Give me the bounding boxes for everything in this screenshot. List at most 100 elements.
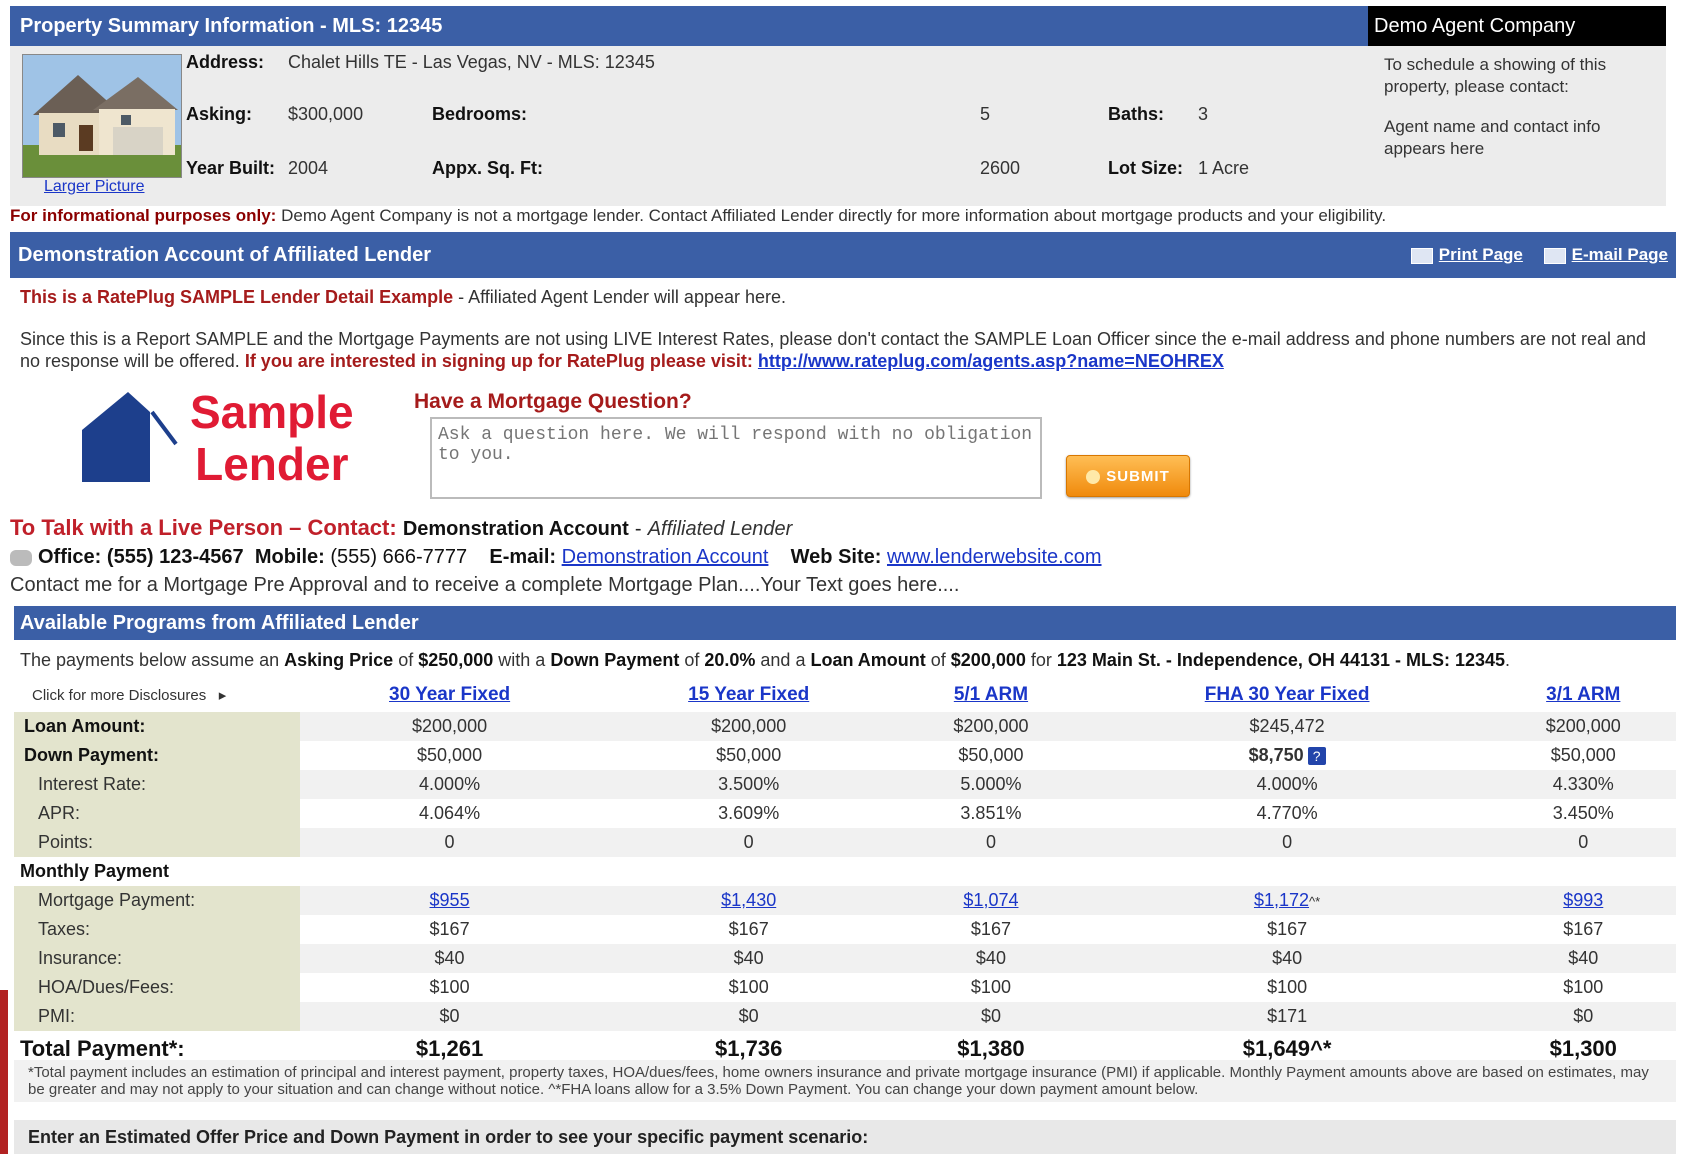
table-row: Loan Amount: $200,000 $200,000 $200,000 …: [14, 712, 1676, 741]
programs-header: Available Programs from Affiliated Lende…: [14, 606, 1676, 640]
mortgage-payment-link[interactable]: $993: [1563, 890, 1603, 910]
table-cell: $100: [728, 977, 769, 997]
table-cell: $50,000: [958, 745, 1024, 765]
fha-down-payment: $8,750: [1248, 745, 1304, 765]
table-cell: $200,000: [300, 712, 600, 741]
contact-email-link[interactable]: Demonstration Account: [562, 546, 769, 568]
assume-text: with a: [493, 650, 551, 670]
table-row: Monthly Payment: [14, 857, 1676, 886]
assume-bold: Asking Price: [284, 650, 394, 670]
mortgage-payment-link[interactable]: $1,074: [963, 890, 1018, 910]
rateplug-signup-link[interactable]: http://www.rateplug.com/agents.asp?name=…: [758, 351, 1224, 371]
table-cell: 0: [300, 828, 600, 857]
printer-icon: [1410, 247, 1433, 264]
lot-size-value: 1 Acre: [1198, 158, 1250, 178]
year-built-value: 2004: [288, 158, 329, 178]
table-cell: 3.450%: [1552, 803, 1614, 823]
contact-role: Affiliated Lender: [647, 518, 793, 540]
table-cell: $100: [970, 977, 1011, 997]
table-cell: $40: [1083, 944, 1491, 973]
submit-label: SUBMIT: [1106, 467, 1170, 485]
sqft-value: 2600: [980, 158, 1021, 178]
table-cell: $200,000: [1490, 712, 1676, 741]
table-cell: $50,000: [1550, 745, 1616, 765]
assume-text: of: [393, 650, 419, 670]
row-label: Down Payment:: [14, 741, 300, 770]
program-fha-30-year-fixed[interactable]: FHA 30 Year Fixed: [1205, 684, 1370, 705]
disclosures-label: Click for more Disclosures: [32, 687, 207, 704]
table-cell: $100: [1563, 977, 1604, 997]
mortgage-payment-link[interactable]: $1,430: [721, 890, 776, 910]
sqft-label: Appx. Sq. Ft:: [432, 158, 543, 178]
sample-disclaimer: Since this is a Report SAMPLE and the Mo…: [20, 328, 1666, 372]
table-cell: $0: [1490, 1002, 1676, 1031]
assume-text: The payments below assume an: [20, 650, 285, 670]
help-icon[interactable]: ?: [1307, 747, 1326, 765]
sample-notice-text: - Affiliated Agent Lender will appear he…: [453, 287, 787, 307]
column-header: 30 Year Fixed: [300, 678, 599, 712]
program-15-year-fixed[interactable]: 15 Year Fixed: [688, 684, 809, 705]
baths-label: Baths:: [1108, 104, 1165, 124]
property-summary-header: Property Summary Information - MLS: 1234…: [10, 6, 1368, 46]
left-accent-bar: [0, 990, 8, 1154]
sample-lender-logo: Sample Lender: [80, 386, 370, 494]
sample-notice-bold: This is a RatePlug SAMPLE Lender Detail …: [20, 287, 454, 307]
contact-details: Office: (555) 123-4567 Mobile: (555) 666…: [10, 546, 1102, 569]
bedrooms-label: Bedrooms:: [432, 104, 528, 124]
table-cell: $167: [970, 919, 1011, 939]
mortgage-payment-link[interactable]: $955: [430, 890, 470, 910]
table-cell: 4.064%: [419, 803, 481, 823]
email-page-link[interactable]: E-mail Page: [1572, 245, 1668, 264]
assume-bold: 123 Main St. - Independence, OH 44131 - …: [1056, 650, 1506, 670]
table-cell: [300, 857, 599, 886]
mortgage-payment-link[interactable]: $1,172: [1254, 890, 1309, 910]
table-row: HOA/Dues/Fees: $100 $100 $100 $100 $100: [14, 973, 1676, 1002]
payment-assumptions: The payments below assume an Asking Pric…: [20, 650, 1510, 671]
assume-bold: 20.0%: [704, 650, 756, 670]
table-cell: $245,472: [1083, 712, 1491, 741]
row-label: Loan Amount:: [14, 712, 300, 741]
house-thumbnail-image[interactable]: [22, 54, 182, 178]
table-cell: $8,750?: [1084, 741, 1491, 770]
table-row: Interest Rate: 4.000% 3.500% 5.000% 4.00…: [14, 770, 1676, 799]
table-row: PMI: $0 $0 $0 $171 $0: [14, 1002, 1676, 1031]
question-textarea[interactable]: [430, 417, 1042, 499]
baths-value: 3: [1198, 104, 1209, 124]
assume-text: .: [1505, 650, 1511, 670]
table-cell: 0: [1490, 828, 1676, 857]
table-cell: $955: [300, 886, 600, 915]
mobile-label: Mobile:: [254, 546, 325, 568]
arrow-right-icon: ▸: [218, 687, 227, 704]
submit-button[interactable]: SUBMIT: [1066, 455, 1190, 497]
table-cell: 0: [1083, 828, 1491, 857]
address-label: Address:: [186, 52, 265, 72]
mobile-phone: (555) 666-7777: [330, 546, 468, 568]
email-label: E-mail:: [489, 546, 557, 568]
program-5-1-arm[interactable]: 5/1 ARM: [954, 684, 1028, 705]
program-30-year-fixed[interactable]: 30 Year Fixed: [389, 684, 510, 705]
disclosures-link[interactable]: Click for more Disclosures ▸: [14, 678, 300, 712]
program-3-1-arm[interactable]: 3/1 ARM: [1546, 684, 1620, 705]
assume-bold: Loan Amount: [810, 650, 926, 670]
website-link[interactable]: www.lenderwebsite.com: [887, 546, 1102, 568]
table-cell: $167: [1267, 919, 1308, 939]
table-cell: $40: [300, 944, 600, 973]
print-page-link[interactable]: Print Page: [1439, 245, 1523, 264]
monthly-payment-heading: Monthly Payment: [14, 857, 300, 886]
website-label: Web Site:: [790, 546, 882, 568]
table-cell: [1491, 857, 1676, 886]
table-cell: $100: [429, 977, 470, 997]
asking-label: Asking:: [186, 104, 253, 124]
table-cell: 5.000%: [898, 770, 1084, 799]
assume-text: and a: [755, 650, 811, 670]
table-row: Points: 0 0 0 0 0: [14, 828, 1676, 857]
row-label: HOA/Dues/Fees:: [14, 973, 300, 1002]
table-cell: $0: [300, 1002, 600, 1031]
office-label: Office:: [38, 546, 102, 568]
larger-picture-link[interactable]: Larger Picture: [44, 178, 145, 196]
payment-footnote: *Total payment includes an estimation of…: [14, 1060, 1676, 1102]
table-cell: $50,000: [417, 745, 483, 765]
fha-footnote-mark: ^*: [1309, 894, 1321, 909]
table-cell: $100: [1267, 977, 1308, 997]
programs-table: Click for more Disclosures ▸ 30 Year Fix…: [14, 678, 1676, 1067]
